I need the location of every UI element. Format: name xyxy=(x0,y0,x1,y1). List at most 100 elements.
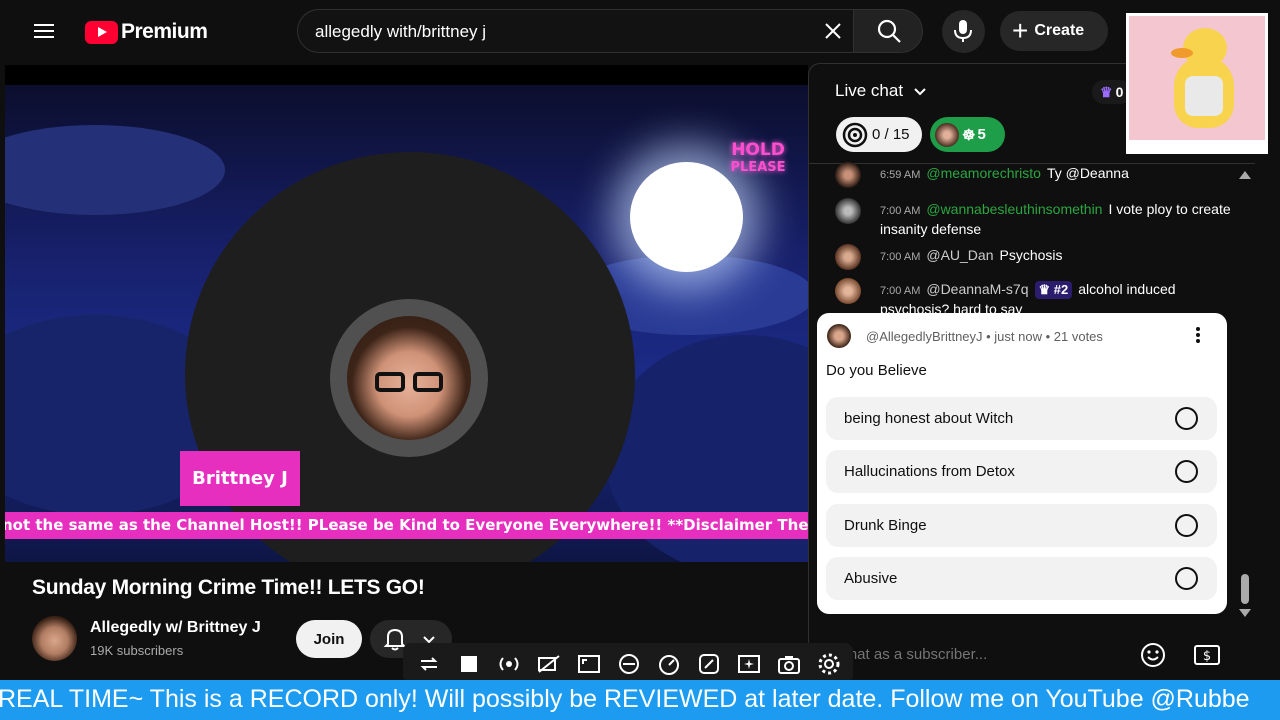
hide-camera-icon[interactable] xyxy=(537,652,561,676)
top-bar: Premium + Create xyxy=(0,0,1280,64)
menu-icon[interactable] xyxy=(32,20,56,44)
chat-author: @DeannaM-s7q xyxy=(926,281,1029,297)
poll-option[interactable]: being honest about Witch xyxy=(826,397,1217,440)
duck-cartoon-overlay xyxy=(1126,13,1268,154)
sparkle-icon[interactable] xyxy=(737,652,761,676)
moon-graphic xyxy=(630,162,743,272)
create-label: Create xyxy=(1034,22,1085,39)
target-icon xyxy=(842,122,868,147)
poll-question: Do you Believe xyxy=(826,362,927,379)
settings-gear-icon[interactable] xyxy=(817,652,841,676)
poll-meta: @AllegedlyBrittneyJ • just now • 21 vote… xyxy=(866,329,1103,344)
duck-straitjacket xyxy=(1185,76,1223,116)
create-button[interactable]: + Create xyxy=(1000,11,1108,51)
crown-count: 0 xyxy=(1115,84,1124,100)
duck-illustration xyxy=(1129,16,1265,140)
chat-text: Psychosis xyxy=(999,247,1063,263)
stop-icon[interactable] xyxy=(457,652,481,676)
radio-circle-icon xyxy=(1175,407,1198,430)
recording-toolbar xyxy=(403,643,853,683)
hold-please-sign: HOLD PLEASE xyxy=(713,141,803,177)
search-icon xyxy=(877,19,901,43)
stream-ticker: not the same as the Channel Host!! PLeas… xyxy=(5,512,808,539)
video-player[interactable]: HOLD PLEASE xyxy=(5,65,808,562)
camera-icon[interactable] xyxy=(777,652,801,676)
members-pill[interactable]: ☸ 5 xyxy=(930,117,1005,152)
adjust-icon[interactable] xyxy=(697,652,721,676)
broadcast-icon[interactable] xyxy=(497,652,521,676)
chat-time: 7:00 AM xyxy=(880,285,921,297)
chat-author: @AU_Dan xyxy=(926,247,994,263)
channel-name[interactable]: Allegedly w/ Brittney J xyxy=(90,619,261,637)
poll-option-label: Drunk Binge xyxy=(844,517,927,534)
search-box xyxy=(297,9,853,53)
radio-circle-icon xyxy=(1175,514,1198,537)
poll-author-avatar xyxy=(827,324,851,348)
effects-icon[interactable] xyxy=(617,652,641,676)
poll-option[interactable]: Drunk Binge xyxy=(826,504,1217,547)
speed-icon[interactable] xyxy=(657,652,681,676)
duck-head xyxy=(1183,28,1227,68)
members-icon: ☸ xyxy=(962,126,976,144)
microphone-icon xyxy=(954,20,972,42)
chat-time: 7:00 AM xyxy=(880,251,921,263)
poll-card: @AllegedlyBrittneyJ • just now • 21 vote… xyxy=(817,313,1227,614)
radio-circle-icon xyxy=(1175,567,1198,590)
crown-icon: ♛ xyxy=(1038,282,1051,297)
chat-scrollbar-thumb[interactable] xyxy=(1241,574,1249,604)
app-window: Premium + Create HOLD PLEASE xyxy=(0,0,1280,720)
cloud-shape xyxy=(5,125,225,215)
join-button[interactable]: Join xyxy=(296,620,362,658)
duck-beak xyxy=(1171,48,1193,58)
crown-icon: ♛ xyxy=(1100,83,1113,100)
search-button[interactable] xyxy=(853,9,923,53)
streamer-name-badge: Brittney J xyxy=(180,451,300,506)
goal-progress-text: 0 / 15 xyxy=(872,126,910,143)
bottom-ticker: REAL TIME~ This is a RECORD only! Will p… xyxy=(0,680,1280,720)
search-input[interactable] xyxy=(315,21,795,43)
fullscreen-icon[interactable] xyxy=(577,652,601,676)
chat-message[interactable]: 7:00 AM @DeannaM-s7q ♛ #2 alcohol induced p… xyxy=(835,278,1235,314)
emoji-icon[interactable] xyxy=(1140,642,1166,668)
goal-progress-pill[interactable]: 0 / 15 xyxy=(836,117,922,152)
poll-option[interactable]: Abusive xyxy=(826,557,1217,600)
rank-badge: ♛ #2 xyxy=(1034,281,1073,299)
chevron-down-icon[interactable] xyxy=(913,85,927,99)
super-chat-icon[interactable]: $ xyxy=(1193,642,1221,668)
plus-icon: + xyxy=(1012,15,1029,46)
stream-ticker-text: not the same as the Channel Host!! PLeas… xyxy=(5,516,808,534)
chat-message-input[interactable] xyxy=(838,639,1128,669)
scroll-up-arrow-icon[interactable] xyxy=(1239,169,1251,179)
chat-author-avatar xyxy=(835,162,861,188)
loop-icon[interactable] xyxy=(417,652,441,676)
member-avatar xyxy=(935,122,959,147)
voice-search-button[interactable] xyxy=(942,10,985,53)
more-options-icon[interactable] xyxy=(1190,325,1206,347)
streamer-avatar xyxy=(347,316,471,440)
radio-circle-icon xyxy=(1175,460,1198,483)
chat-text: Ty @Deanna xyxy=(1046,165,1129,181)
poll-option-label: being honest about Witch xyxy=(844,410,1014,427)
chat-author: @wannabesleuthinsomethin xyxy=(926,201,1103,217)
poll-option-label: Hallucinations from Detox xyxy=(844,463,1015,480)
members-count: 5 xyxy=(977,126,986,143)
chat-author-avatar xyxy=(835,198,861,224)
channel-avatar[interactable] xyxy=(32,616,77,661)
poll-option[interactable]: Hallucinations from Detox xyxy=(826,450,1217,493)
chat-author-avatar xyxy=(835,278,861,304)
chat-time: 6:59 AM xyxy=(880,169,921,181)
youtube-premium-logo[interactable]: Premium xyxy=(85,19,208,45)
poll-option-label: Abusive xyxy=(844,570,898,587)
clear-search-icon[interactable] xyxy=(822,20,844,42)
rank-badge-text: #2 xyxy=(1053,282,1069,297)
live-chat-title[interactable]: Live chat xyxy=(835,81,903,101)
hold-sign-line1: HOLD xyxy=(731,140,785,160)
youtube-play-icon xyxy=(85,20,118,44)
scroll-down-arrow-icon[interactable] xyxy=(1239,609,1251,619)
logo-text: Premium xyxy=(121,20,208,43)
chat-time: 7:00 AM xyxy=(880,205,921,217)
streamer-avatar-ring xyxy=(330,299,488,457)
chat-author-avatar xyxy=(835,244,861,270)
chat-author: @meamorechristo xyxy=(926,165,1041,181)
bottom-ticker-text: REAL TIME~ This is a RECORD only! Will p… xyxy=(0,685,1250,713)
